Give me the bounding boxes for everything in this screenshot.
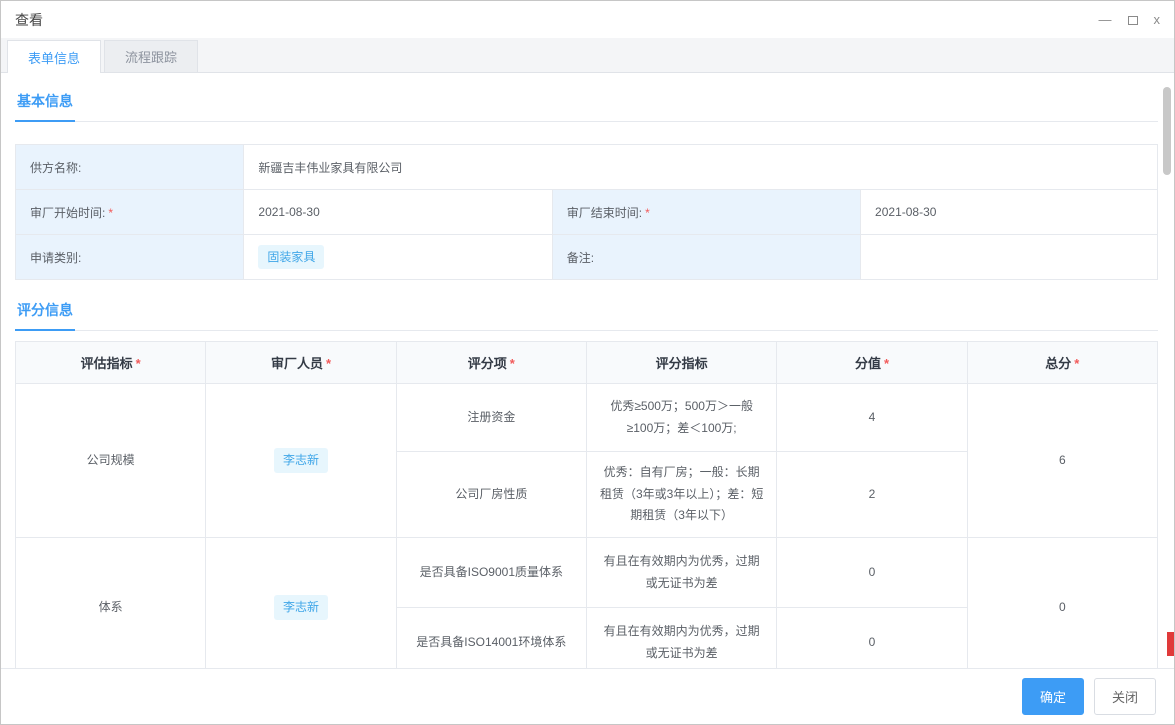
total-cell: 6 [967, 384, 1157, 538]
item-cell: 注册资金 [396, 384, 586, 452]
audit-end-label-text: 审厂结束时间: [567, 206, 642, 220]
col-item: 评分项* [396, 342, 586, 384]
dialog-content: 基本信息 供方名称: 新疆吉丰伟业家具有限公司 审厂开始时间:* 2021-08… [1, 73, 1174, 668]
required-mark: * [136, 356, 141, 371]
total-cell: 0 [967, 538, 1157, 669]
table-row: 公司规模 李志新 注册资金 优秀≥500万；500万＞一般≥100万；差＜100… [16, 384, 1158, 452]
category-value: 固装家具 [244, 235, 552, 280]
audit-end-value: 2021-08-30 [861, 190, 1158, 235]
item-cell: 是否具备ISO14001环境体系 [396, 608, 586, 669]
col-indicator-label: 评估指标 [81, 356, 133, 371]
audit-start-value: 2021-08-30 [244, 190, 552, 235]
table-header-row: 评估指标* 审厂人员* 评分项* 评分指标 分值* 总分* [16, 342, 1158, 384]
criteria-cell: 有且在有效期内为优秀，过期或无证书为差 [586, 608, 776, 669]
category-tag: 固装家具 [258, 245, 324, 269]
col-total-label: 总分 [1045, 356, 1071, 371]
confirm-button[interactable]: 确定 [1022, 678, 1084, 715]
table-row: 体系 李志新 是否具备ISO9001质量体系 有且在有效期内为优秀，过期或无证书… [16, 538, 1158, 608]
table-row: 申请类别: 固装家具 备注: [16, 235, 1158, 280]
required-mark: * [645, 206, 650, 220]
auditor-tag: 李志新 [274, 595, 328, 619]
required-mark: * [884, 356, 889, 371]
category-label: 申请类别: [16, 235, 244, 280]
remark-value [861, 235, 1158, 280]
required-mark: * [326, 356, 331, 371]
close-button[interactable]: 关闭 [1094, 678, 1156, 715]
dialog-titlebar: 查看 — x [1, 1, 1174, 38]
col-indicator: 评估指标* [16, 342, 206, 384]
audit-end-label: 审厂结束时间:* [552, 190, 860, 235]
auditor-tag: 李志新 [274, 448, 328, 472]
minimize-icon[interactable]: — [1099, 13, 1112, 26]
close-icon[interactable]: x [1154, 13, 1161, 26]
scroll-end-marker [1167, 632, 1174, 656]
score-info-section-head: 评分信息 [15, 292, 1158, 331]
auditor-cell: 李志新 [206, 538, 396, 669]
col-auditor: 审厂人员* [206, 342, 396, 384]
dialog-title: 查看 [15, 10, 43, 30]
table-row: 审厂开始时间:* 2021-08-30 审厂结束时间:* 2021-08-30 [16, 190, 1158, 235]
tab-bar: 表单信息 流程跟踪 [1, 38, 1174, 73]
supplier-name-label: 供方名称: [16, 145, 244, 190]
dialog-footer: 确定 关闭 [1, 668, 1174, 724]
required-mark: * [510, 356, 515, 371]
auditor-cell: 李志新 [206, 384, 396, 538]
supplier-name-value: 新疆吉丰伟业家具有限公司 [244, 145, 1158, 190]
required-mark: * [1074, 356, 1079, 371]
tab-form-info[interactable]: 表单信息 [7, 40, 101, 73]
score-cell: 2 [777, 452, 967, 538]
item-cell: 是否具备ISO9001质量体系 [396, 538, 586, 608]
criteria-cell: 有且在有效期内为优秀，过期或无证书为差 [586, 538, 776, 608]
item-cell: 公司厂房性质 [396, 452, 586, 538]
criteria-cell: 优秀≥500万；500万＞一般≥100万；差＜100万; [586, 384, 776, 452]
vertical-scrollbar-thumb[interactable] [1163, 87, 1171, 175]
col-score-label: 分值 [855, 356, 881, 371]
col-criteria-label: 评分指标 [656, 356, 708, 371]
tab-process-tracking[interactable]: 流程跟踪 [104, 40, 198, 72]
indicator-cell: 体系 [16, 538, 206, 669]
col-criteria: 评分指标 [586, 342, 776, 384]
score-cell: 0 [777, 538, 967, 608]
view-dialog: 查看 — x 表单信息 流程跟踪 基本信息 供方名称: 新疆吉丰伟业家具有限公司… [0, 0, 1175, 725]
col-total: 总分* [967, 342, 1157, 384]
indicator-cell: 公司规模 [16, 384, 206, 538]
basic-info-title: 基本信息 [15, 83, 75, 122]
audit-start-label-text: 审厂开始时间: [30, 206, 105, 220]
criteria-cell: 优秀：自有厂房；一般：长期租赁（3年或3年以上）；差：短期租赁（3年以下） [586, 452, 776, 538]
score-cell: 0 [777, 608, 967, 669]
col-item-label: 评分项 [468, 356, 507, 371]
col-score: 分值* [777, 342, 967, 384]
score-table: 评估指标* 审厂人员* 评分项* 评分指标 分值* 总分* 公司规模 李志新 注… [15, 341, 1158, 668]
remark-label: 备注: [552, 235, 860, 280]
required-mark: * [108, 206, 113, 220]
basic-info-section-head: 基本信息 [15, 83, 1158, 122]
score-info-title: 评分信息 [15, 292, 75, 331]
score-cell: 4 [777, 384, 967, 452]
restore-icon[interactable] [1128, 16, 1138, 25]
audit-start-label: 审厂开始时间:* [16, 190, 244, 235]
col-auditor-label: 审厂人员 [271, 356, 323, 371]
basic-info-table: 供方名称: 新疆吉丰伟业家具有限公司 审厂开始时间:* 2021-08-30 审… [15, 144, 1158, 280]
window-controls: — x [1099, 13, 1161, 26]
table-row: 供方名称: 新疆吉丰伟业家具有限公司 [16, 145, 1158, 190]
